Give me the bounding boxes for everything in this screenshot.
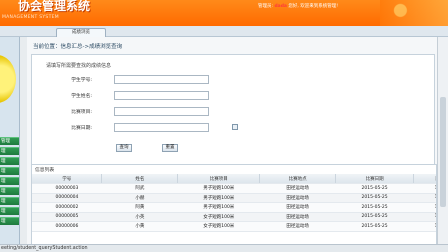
table-cell: 00000006 <box>32 221 102 232</box>
table-cell: 女子短跑100米 <box>177 212 260 222</box>
table-cell: 13 <box>413 183 436 194</box>
event-input[interactable] <box>114 107 209 116</box>
table-cell: 2015-05-25 <box>335 202 414 213</box>
app-window: 协会管理系统 MANAGEMENT SYSTEM 管理员: dada 您好, 欢… <box>0 0 448 252</box>
sidebar-item[interactable]: 理 <box>0 197 19 205</box>
table-cell: 00000005 <box>32 212 102 222</box>
result-table: 学号 姓名 比赛项目 比赛地点 比赛日期 比 00000003 阿武 男子短跑1… <box>32 174 436 232</box>
table-cell: 男子短跑100米 <box>177 183 260 194</box>
table-cell: 田径运动场 <box>259 183 336 194</box>
sidebar-item[interactable]: 理 <box>0 187 19 195</box>
match-date-input[interactable] <box>114 123 209 132</box>
table-cell: 2015-05-25 <box>335 221 414 232</box>
query-button[interactable]: 查询 <box>116 144 132 152</box>
status-bar: eeting/student_queryStudent.action <box>0 244 448 252</box>
table-cell: 2015-05-25 <box>335 212 414 222</box>
column-header[interactable]: 学号 <box>32 174 103 184</box>
column-header[interactable]: 比 <box>413 174 436 184</box>
search-panel-title: 请填写所需要查找的成绩信息 <box>46 63 112 69</box>
sidebar-item[interactable]: 理 <box>0 207 19 215</box>
table-row[interactable]: 00000002 阿黄 男子短跑100米 田径运动场 2015-05-25 13 <box>32 202 436 213</box>
table-cell: 00000002 <box>32 202 102 213</box>
sidebar-item[interactable]: 管理 <box>0 137 19 145</box>
table-row[interactable]: 00000003 阿武 男子短跑100米 田径运动场 2015-05-25 13 <box>32 183 436 194</box>
event-label: 比赛项目: <box>71 110 92 115</box>
table-row[interactable]: 00000004 小赫 男子短跑100米 田径运动场 2015-05-25 13 <box>32 193 436 203</box>
tab-strip: 成绩浏览 <box>0 26 448 37</box>
table-cell: 小英 <box>101 212 178 222</box>
table-cell: 小黄 <box>101 221 178 232</box>
sidebar-logo <box>0 55 16 103</box>
table-cell: 13 <box>413 221 436 232</box>
column-header[interactable]: 比赛日期 <box>335 174 415 184</box>
table-row[interactable]: 00000005 小英 女子短跑100米 田径运动场 2015-05-25 13 <box>32 212 436 222</box>
table-cell: 阿黄 <box>101 202 178 213</box>
table-caption: 信息列表 <box>35 168 55 173</box>
table-cell: 00000003 <box>32 183 102 194</box>
table-cell: 田径运动场 <box>259 202 336 213</box>
reset-button[interactable]: 重置 <box>162 144 178 152</box>
table-cell: 13 <box>413 212 436 222</box>
calendar-icon[interactable] <box>232 124 238 130</box>
table-cell: 小赫 <box>101 193 178 203</box>
table-cell: 男子短跑100米 <box>177 193 260 203</box>
student-name-label: 学生姓名: <box>71 94 92 99</box>
breadcrumb: 当前位置：信息汇总->成绩浏览查询 <box>33 44 123 50</box>
vertical-scrollbar[interactable] <box>437 37 448 252</box>
table-row[interactable]: 00000006 小黄 女子短跑100米 田径运动场 2015-05-25 13 <box>32 221 436 232</box>
sidebar: 管理 理 理 理 理 理 理 理 理 <box>0 37 20 252</box>
scrollbar-thumb[interactable] <box>440 97 446 207</box>
student-id-input[interactable] <box>114 75 209 84</box>
table-cell: 阿武 <box>101 183 178 194</box>
table-cell: 田径运动场 <box>259 193 336 203</box>
system-subtitle: MANAGEMENT SYSTEM <box>2 15 59 20</box>
header-banner: 协会管理系统 MANAGEMENT SYSTEM 管理员: dada 您好, 欢… <box>0 0 448 26</box>
tab-score-browse[interactable]: 成绩浏览 <box>56 28 106 37</box>
sidebar-item[interactable]: 理 <box>0 147 19 155</box>
column-header[interactable]: 姓名 <box>101 174 179 184</box>
table-cell: 00000004 <box>32 193 102 203</box>
table-cell: 2015-05-25 <box>335 183 414 194</box>
table-header-row: 学号 姓名 比赛项目 比赛地点 比赛日期 比 <box>32 174 436 184</box>
main-content: 当前位置：信息汇总->成绩浏览查询 请填写所需要查找的成绩信息 学生学号: 学生… <box>27 37 437 252</box>
user-greeting: 管理员: dada 您好, 欢迎来到系统管理! <box>258 3 338 9</box>
result-table-panel: 信息列表 学号 姓名 比赛项目 比赛地点 比赛日期 比 00000003 <box>31 164 437 252</box>
sidebar-item[interactable]: 理 <box>0 177 19 185</box>
user-greeting-prefix: 管理员: <box>258 4 275 9</box>
column-header[interactable]: 比赛地点 <box>259 174 337 184</box>
sidebar-item[interactable]: 理 <box>0 157 19 165</box>
search-panel: 请填写所需要查找的成绩信息 学生学号: 学生姓名: 比赛项目: 比赛日期: <box>31 54 435 166</box>
table-cell: 田径运动场 <box>259 212 336 222</box>
table-cell: 女子短跑100米 <box>177 221 260 232</box>
sidebar-item[interactable]: 理 <box>0 167 19 175</box>
match-date-row: 比赛日期: <box>52 123 252 132</box>
user-greeting-suffix: 您好, 欢迎来到系统管理! <box>286 4 339 9</box>
table-cell: 田径运动场 <box>259 221 336 232</box>
student-name-input[interactable] <box>114 91 209 100</box>
status-url: eeting/student_queryStudent.action <box>1 246 88 251</box>
student-id-label: 学生学号: <box>71 78 92 83</box>
user-name[interactable]: dada <box>274 4 287 9</box>
system-title: 协会管理系统 <box>18 0 91 13</box>
table-cell: 13 <box>413 193 436 203</box>
table-cell: 男子短跑100米 <box>177 202 260 213</box>
table-cell: 13 <box>413 202 436 213</box>
table-cell: 2015-05-25 <box>335 193 414 203</box>
column-header[interactable]: 比赛项目 <box>177 174 261 184</box>
header-decoration <box>380 0 448 26</box>
match-date-label: 比赛日期: <box>71 126 92 131</box>
sidebar-item[interactable]: 理 <box>0 217 19 225</box>
